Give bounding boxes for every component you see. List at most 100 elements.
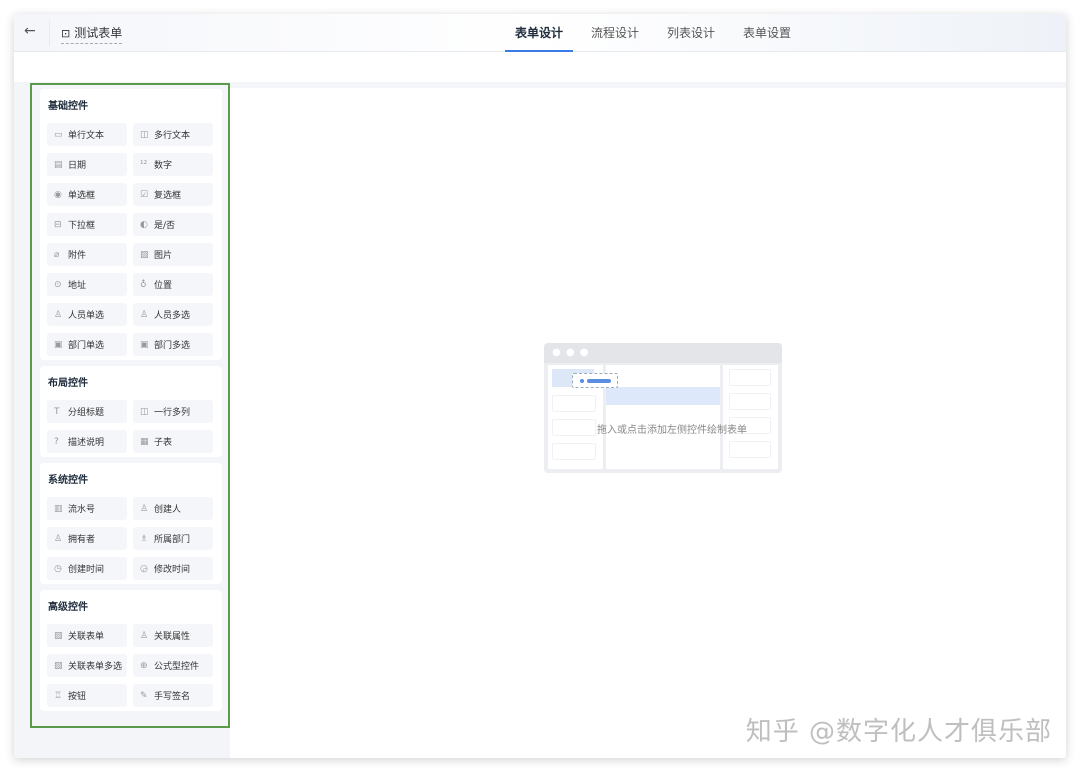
control-item[interactable]: ♁ 位置 <box>133 273 213 296</box>
control-item[interactable]: ¹² 数字 <box>133 153 213 176</box>
control-item[interactable]: ◷ 创建时间 <box>47 557 127 580</box>
control-label: 手写签名 <box>154 692 191 702</box>
control-icon: ☑ <box>140 189 149 200</box>
control-grid: ▥ 流水号 ♙ 创建人 ♙ 拥有者 ♗ 所属部门 ◷ 创建时间 ◶ 修改时间 <box>47 497 215 580</box>
control-icon: ♗ <box>140 533 149 544</box>
control-label: 子表 <box>154 438 173 448</box>
control-icon: ✎ <box>140 690 148 701</box>
control-icon: ♙ <box>140 630 149 641</box>
control-label: 流水号 <box>68 505 96 515</box>
control-icon: ▭ <box>54 129 63 140</box>
control-label: 位置 <box>154 281 173 291</box>
form-canvas[interactable]: ● ● ● 拖入或点击添加左侧控件绘制表单 <box>230 88 1066 758</box>
control-item[interactable]: ♖ 按钮 <box>47 684 127 707</box>
control-item[interactable]: ♙ 关联属性 <box>133 624 213 647</box>
control-icon: ⊕ <box>140 660 148 671</box>
tab-1[interactable]: 流程设计 <box>581 14 649 52</box>
tab-2[interactable]: 列表设计 <box>657 14 725 52</box>
control-item[interactable]: ▭ 单行文本 <box>47 123 127 146</box>
control-label: 拥有者 <box>68 535 96 545</box>
control-label: 下拉框 <box>68 221 96 231</box>
control-label: 所属部门 <box>154 535 191 545</box>
control-item[interactable]: ⊕ 公式型控件 <box>133 654 213 677</box>
control-label: 分组标题 <box>68 408 105 418</box>
control-label: 多行文本 <box>154 131 191 141</box>
control-icon: ▤ <box>54 159 63 170</box>
section-title: 系统控件 <box>48 475 88 486</box>
control-item[interactable]: ⊟ 下拉框 <box>47 213 127 236</box>
control-item[interactable]: ▦ 子表 <box>133 430 213 453</box>
control-icon: ▦ <box>140 436 149 447</box>
control-icon: T <box>54 406 60 417</box>
control-icon: ◷ <box>54 563 62 574</box>
control-label: 一行多列 <box>154 408 191 418</box>
control-label: 关联属性 <box>154 632 191 642</box>
section-card: 基础控件 ▭ 单行文本 ◫ 多行文本 ▤ 日期 ¹² 数字 ◉ 单选框 ☑ 复选框 ⊟ 下拉框 ◐ 是/否 ⌀ 附件… <box>40 89 222 360</box>
control-label: 创建人 <box>154 505 182 515</box>
control-item[interactable]: ♙ 创建人 <box>133 497 213 520</box>
control-item[interactable]: ◉ 单选框 <box>47 183 127 206</box>
control-item[interactable]: ◫ 多行文本 <box>133 123 213 146</box>
drag-chip-icon <box>572 373 618 388</box>
control-item[interactable]: ▨ 图片 <box>133 243 213 266</box>
form-title-text: 测试表单 <box>74 26 123 40</box>
control-item[interactable]: ⌀ 附件 <box>47 243 127 266</box>
control-label: 部门单选 <box>68 341 105 351</box>
empty-illustration: ● ● ● <box>544 343 782 473</box>
tab-0[interactable]: 表单设计 <box>505 14 574 52</box>
tab-3[interactable]: 表单设置 <box>733 14 801 52</box>
control-item[interactable]: ◶ 修改时间 <box>133 557 213 580</box>
control-item[interactable]: ◫ 一行多列 <box>133 400 213 423</box>
control-item[interactable]: ♙ 拥有者 <box>47 527 127 550</box>
control-label: 描述说明 <box>68 438 105 448</box>
app-window: ← ⊡ 测试表单 表单设计 流程设计 列表设计 表单设置 基础控件 ▭ 单行文本 ◫ 多行文本 ▤… <box>14 14 1066 758</box>
control-label: 关联表单多选 <box>68 662 123 672</box>
control-label: 附件 <box>68 251 87 261</box>
control-icon: ⌀ <box>54 249 60 260</box>
control-item[interactable]: ▧ 关联表单 <box>47 624 127 647</box>
arrow-left-icon[interactable]: ← <box>24 23 36 39</box>
control-label: 单选框 <box>68 191 96 201</box>
control-label: 数字 <box>154 161 173 171</box>
control-item[interactable]: ♗ 所属部门 <box>133 527 213 550</box>
control-item[interactable]: ◐ 是/否 <box>133 213 213 236</box>
control-item[interactable]: ♙ 人员单选 <box>47 303 127 326</box>
control-icon: ▣ <box>140 339 149 350</box>
control-label: 图片 <box>154 251 173 261</box>
control-item[interactable]: ▤ 日期 <box>47 153 127 176</box>
control-icon: ▨ <box>140 249 149 260</box>
control-icon: ▣ <box>54 339 63 350</box>
control-label: 单行文本 <box>68 131 105 141</box>
control-icon: ♙ <box>140 503 149 514</box>
control-item[interactable]: ▧ 关联表单多选 <box>47 654 127 677</box>
section-title: 基础控件 <box>48 101 88 112</box>
control-item[interactable]: ☑ 复选框 <box>133 183 213 206</box>
control-icon: ♖ <box>54 690 63 701</box>
control-grid: T 分组标题 ◫ 一行多列? 描述说明 ▦ 子表 <box>47 400 215 453</box>
control-icon: ♙ <box>54 309 63 320</box>
window-dots-icon: ● ● ● <box>544 343 782 363</box>
control-item[interactable]: ✎ 手写签名 <box>133 684 213 707</box>
control-label: 关联表单 <box>68 632 105 642</box>
watermark: 知乎 @数字化人才俱乐部 <box>745 717 1052 747</box>
section-card: 高级控件 ▧ 关联表单 ♙ 关联属性 ▧ 关联表单多选 ⊕ 公式型控件 ♖ 按钮 ✎ 手写签名 <box>40 590 222 711</box>
control-icon: ♙ <box>140 309 149 320</box>
control-icon: ? <box>54 436 59 447</box>
section-card: 系统控件 ▥ 流水号 ♙ 创建人 ♙ 拥有者 ♗ 所属部门 ◷ 创建时间 ◶ 修改时间 <box>40 463 222 584</box>
control-label: 地址 <box>68 281 87 291</box>
control-item[interactable]: T 分组标题 <box>47 400 127 423</box>
control-item[interactable]: ▣ 部门多选 <box>133 333 213 356</box>
control-label: 按钮 <box>68 692 87 702</box>
control-palette: 基础控件 ▭ 单行文本 ◫ 多行文本 ▤ 日期 ¹² 数字 ◉ 单选框 ☑ 复选框 ⊟ 下拉框 ◐ 是/否 ⌀ 附件… <box>30 83 230 728</box>
control-label: 日期 <box>68 161 87 171</box>
control-item[interactable]: ? 描述说明 <box>47 430 127 453</box>
control-icon: ◐ <box>140 219 148 230</box>
form-title[interactable]: ⊡ 测试表单 <box>61 24 123 44</box>
control-item[interactable]: ⊙ 地址 <box>47 273 127 296</box>
control-label: 人员多选 <box>154 311 191 321</box>
control-label: 部门多选 <box>154 341 191 351</box>
control-item[interactable]: ▥ 流水号 <box>47 497 127 520</box>
control-item[interactable]: ▣ 部门单选 <box>47 333 127 356</box>
control-grid: ▭ 单行文本 ◫ 多行文本 ▤ 日期 ¹² 数字 ◉ 单选框 ☑ 复选框 ⊟ 下拉框 ◐ 是/否 ⌀ 附件 ▨ 图片 ⊙… <box>47 123 215 356</box>
control-item[interactable]: ♙ 人员多选 <box>133 303 213 326</box>
